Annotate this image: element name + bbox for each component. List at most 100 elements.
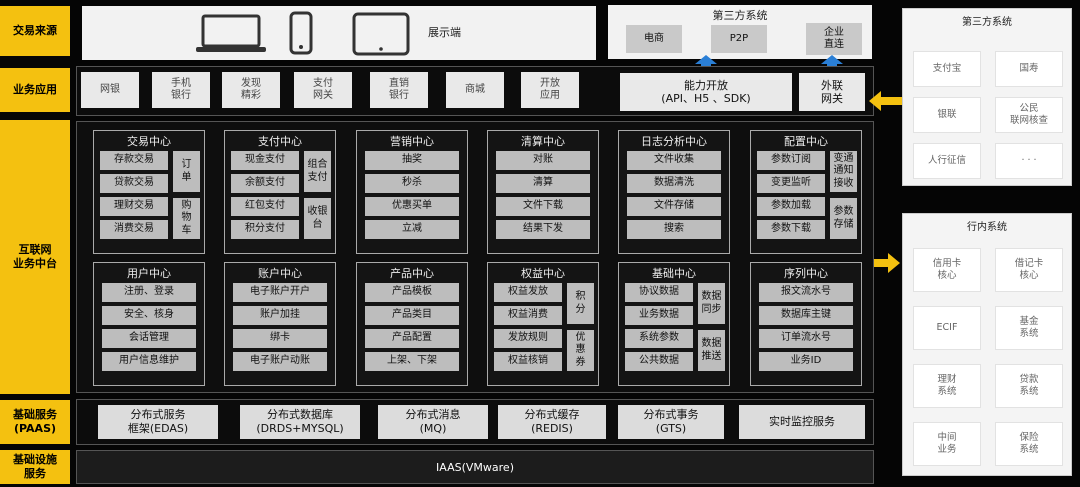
center-box: 用户中心注册、登录安全、核身会话管理用户信息维护 bbox=[93, 262, 205, 386]
app-mobile-banking: 手机 银行 bbox=[152, 72, 210, 108]
center-item: 余额支付 bbox=[231, 174, 299, 193]
ext-more: · · · bbox=[995, 143, 1063, 179]
center-item: 账户加挂 bbox=[233, 306, 327, 325]
center-side-item: 订 单 bbox=[173, 151, 200, 192]
row-label-source: 交易来源 bbox=[0, 6, 70, 56]
center-item: 报文流水号 bbox=[759, 283, 853, 302]
center-title: 清算中心 bbox=[521, 135, 565, 148]
center-title: 用户中心 bbox=[127, 267, 171, 280]
open-capability-box: 能力开放 (API、H5 、SDK) bbox=[620, 73, 792, 111]
third-party-ecommerce: 电商 bbox=[626, 25, 682, 53]
center-box: 配置中心 参数订阅 变更监听 参数加载 参数下载 变通 通知 接收 参数 存储 bbox=[750, 130, 862, 254]
center-item: 变更监听 bbox=[757, 174, 825, 193]
center-item: 权益核销 bbox=[494, 352, 562, 371]
center-item: 协议数据 bbox=[625, 283, 693, 302]
tablet-icon bbox=[352, 12, 410, 56]
paas-mq: 分布式消息 (MQ) bbox=[378, 405, 488, 439]
center-item: 清算 bbox=[496, 174, 590, 193]
ext-citizen-check: 公民 联网核查 bbox=[995, 97, 1063, 133]
app-mall: 商城 bbox=[446, 72, 504, 108]
paas-redis: 分布式缓存 (REDIS) bbox=[498, 405, 606, 439]
center-item: 发放规则 bbox=[494, 329, 562, 348]
center-item: 对账 bbox=[496, 151, 590, 170]
third-party-enterprise: 企业 直连 bbox=[806, 23, 862, 55]
center-item: 优惠买单 bbox=[365, 197, 459, 216]
center-title: 营销中心 bbox=[390, 135, 434, 148]
center-item: 参数订阅 bbox=[757, 151, 825, 170]
center-item: 上架、下架 bbox=[365, 352, 459, 371]
int-insurance: 保险 系统 bbox=[995, 422, 1063, 466]
center-item: 注册、登录 bbox=[102, 283, 196, 302]
display-terminal-bar: 展示端 bbox=[82, 6, 596, 60]
center-title: 序列中心 bbox=[784, 267, 828, 280]
center-item: 存款交易 bbox=[100, 151, 168, 170]
app-discover: 发现 精彩 bbox=[222, 72, 280, 108]
center-item: 搜索 bbox=[627, 220, 721, 239]
center-title: 日志分析中心 bbox=[641, 135, 707, 148]
center-box: 序列中心 报文流水号 数据库主键 订单流水号 业务ID bbox=[750, 262, 862, 386]
int-credit-card: 信用卡 核心 bbox=[913, 248, 981, 292]
third-party-right-title: 第三方系统 bbox=[962, 17, 1012, 28]
center-title: 产品中心 bbox=[390, 267, 434, 280]
int-intermediary: 中间 业务 bbox=[913, 422, 981, 466]
center-item: 业务数据 bbox=[625, 306, 693, 325]
center-item: 安全、核身 bbox=[102, 306, 196, 325]
center-item: 理财交易 bbox=[100, 197, 168, 216]
center-item: 系统参数 bbox=[625, 329, 693, 348]
center-item: 用户信息维护 bbox=[102, 352, 196, 371]
center-item: 贷款交易 bbox=[100, 174, 168, 193]
int-wealth: 理财 系统 bbox=[913, 364, 981, 408]
center-title: 支付中心 bbox=[258, 135, 302, 148]
center-side-item: 组合 支付 bbox=[304, 151, 331, 192]
int-debit-card: 借记卡 核心 bbox=[995, 248, 1063, 292]
ext-credit: 人行征信 bbox=[913, 143, 981, 179]
center-box: 支付中心 现金支付 余额支付 红包支付 积分支付 组合 支付 收银 台 bbox=[224, 130, 336, 254]
center-side-item: 数据 推送 bbox=[698, 330, 725, 371]
row-label-paas: 基础服务 (PAAS) bbox=[0, 400, 70, 444]
center-side-item: 购 物 车 bbox=[173, 198, 200, 239]
center-item: 数据库主键 bbox=[759, 306, 853, 325]
row-label-platform: 互联网 业务中台 bbox=[0, 120, 70, 394]
center-item: 文件下载 bbox=[496, 197, 590, 216]
center-item: 公共数据 bbox=[625, 352, 693, 371]
ext-unionpay: 银联 bbox=[913, 97, 981, 133]
internal-systems-panel: 行内系统 信用卡 核心 借记卡 核心 ECIF 基金 系统 理财 系统 贷款 系… bbox=[902, 213, 1072, 476]
row-label-app: 业务应用 bbox=[0, 68, 70, 112]
ext-guoshou: 国寿 bbox=[995, 51, 1063, 87]
center-side-item: 积 分 bbox=[567, 283, 594, 324]
third-party-top-title: 第三方系统 bbox=[712, 9, 768, 22]
center-item: 参数下载 bbox=[757, 220, 825, 239]
center-item: 结果下发 bbox=[496, 220, 590, 239]
paas-gts: 分布式事务 (GTS) bbox=[618, 405, 724, 439]
center-item: 参数加载 bbox=[757, 197, 825, 216]
center-side-item: 收银 台 bbox=[304, 198, 331, 239]
center-item: 会话管理 bbox=[102, 329, 196, 348]
third-party-right-panel: 第三方系统 支付宝 国寿 银联 公民 联网核查 人行征信 · · · bbox=[902, 8, 1072, 186]
ext-alipay: 支付宝 bbox=[913, 51, 981, 87]
app-online-banking: 网银 bbox=[81, 72, 139, 108]
center-box: 产品中心 产品模板 产品类目 产品配置 上架、下架 bbox=[356, 262, 468, 386]
center-side-item: 优 惠 券 bbox=[567, 330, 594, 371]
int-ecif: ECIF bbox=[913, 306, 981, 350]
center-side-item: 参数 存储 bbox=[830, 198, 857, 239]
center-title: 账户中心 bbox=[258, 267, 302, 280]
center-title: 交易中心 bbox=[127, 135, 171, 148]
center-item: 文件收集 bbox=[627, 151, 721, 170]
app-open: 开放 应用 bbox=[521, 72, 579, 108]
internal-systems-title: 行内系统 bbox=[967, 222, 1007, 233]
laptop-icon bbox=[196, 14, 266, 52]
center-item: 订单流水号 bbox=[759, 329, 853, 348]
center-item: 权益发放 bbox=[494, 283, 562, 302]
center-box: 营销中心 抽奖 秒杀 优惠买单 立减 bbox=[356, 130, 468, 254]
center-box: 基础中心 协议数据 业务数据 系统参数 公共数据 数据 同步 数据 推送 bbox=[618, 262, 730, 386]
center-title: 基础中心 bbox=[652, 267, 696, 280]
center-box: 日志分析中心 文件收集 数据清洗 文件存储 搜索 bbox=[618, 130, 730, 254]
center-title: 配置中心 bbox=[784, 135, 828, 148]
center-item: 立减 bbox=[365, 220, 459, 239]
center-item: 绑卡 bbox=[233, 329, 327, 348]
center-box: 权益中心 权益发放 权益消费 发放规则 权益核销 积 分优 惠 券 bbox=[487, 262, 599, 386]
arrow-left-icon bbox=[869, 91, 903, 111]
row-label-iaas: 基础设施 服务 bbox=[0, 450, 70, 484]
center-item: 数据清洗 bbox=[627, 174, 721, 193]
paas-monitor: 实时监控服务 bbox=[739, 405, 865, 439]
